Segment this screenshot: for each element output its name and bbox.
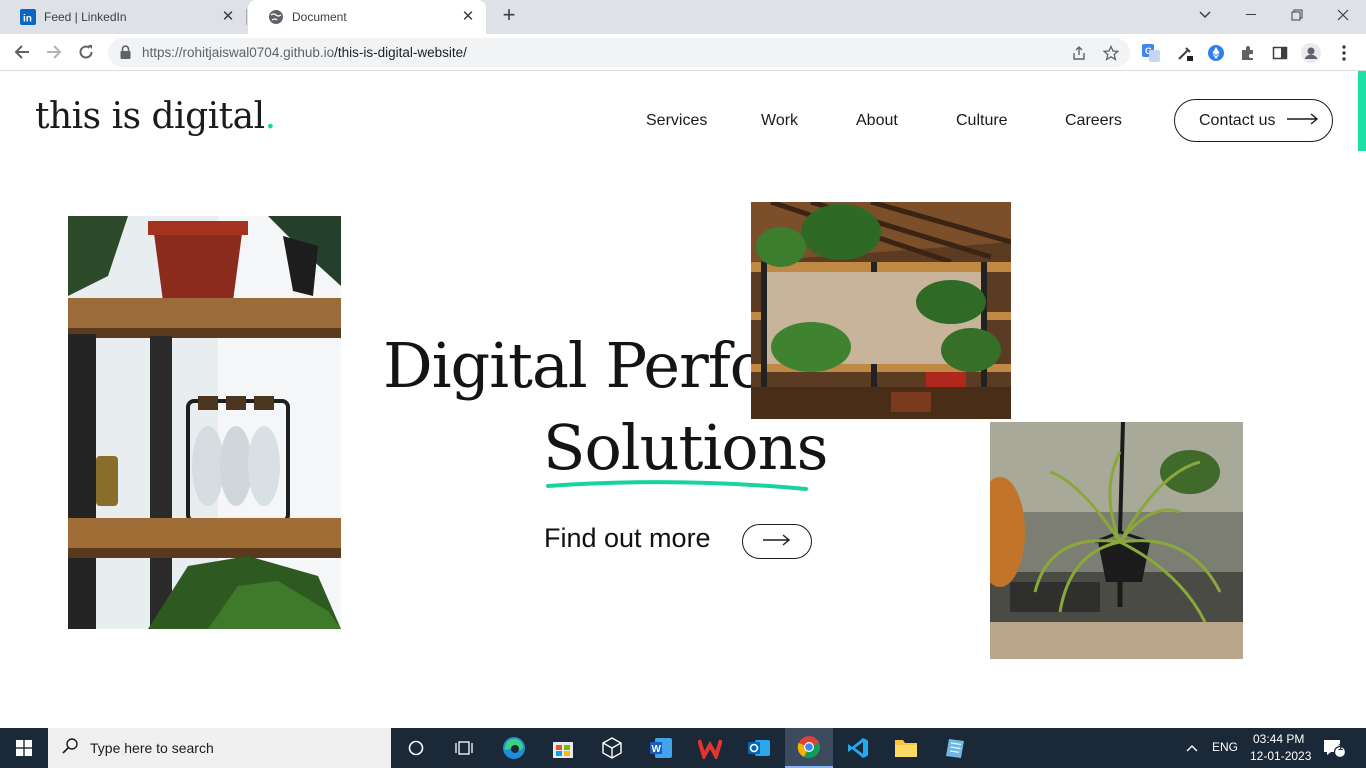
clock-time[interactable]: 03:44 PM	[1253, 732, 1304, 746]
taskbar-search-box[interactable]: Type here to search	[48, 728, 391, 768]
new-tab-button[interactable]: +	[498, 4, 520, 27]
translate-extension-icon[interactable]: G	[1141, 43, 1161, 63]
globe-icon	[268, 9, 284, 25]
nav-services[interactable]: Services	[646, 112, 707, 130]
eyedropper-extension-icon[interactable]	[1175, 43, 1195, 63]
tab-title: Document	[292, 10, 347, 24]
close-icon[interactable]: ✕	[220, 9, 236, 25]
extensions-puzzle-icon[interactable]	[1238, 43, 1258, 63]
tab-title: Feed | LinkedIn	[44, 10, 127, 24]
hero-image-shelf-vases	[68, 216, 341, 629]
nav-careers[interactable]: Careers	[1065, 112, 1122, 130]
logo-dot: .	[264, 96, 276, 137]
browser-toolbar: https://rohitjaiswal0704.github.io/this-…	[0, 34, 1366, 71]
web-page: this is digital. Services Work About Cul…	[0, 71, 1366, 728]
profile-avatar-icon[interactable]	[1301, 43, 1321, 63]
ethereum-extension-icon[interactable]	[1206, 43, 1226, 63]
nav-culture[interactable]: Culture	[956, 112, 1008, 130]
task-view-icon[interactable]	[440, 728, 488, 768]
nav-about[interactable]: About	[856, 112, 898, 130]
tray-chevron-up-icon[interactable]	[1170, 728, 1214, 768]
arrow-right-icon	[1287, 112, 1319, 130]
svg-text:W: W	[652, 744, 662, 755]
store-icon[interactable]	[539, 728, 587, 768]
address-bar[interactable]: https://rohitjaiswal0704.github.io/this-…	[108, 38, 1130, 67]
close-icon[interactable]: ✕	[460, 9, 476, 25]
forward-button[interactable]	[41, 39, 67, 65]
tab-separator	[246, 9, 247, 25]
cortana-icon[interactable]	[392, 728, 440, 768]
windows-start-button[interactable]	[0, 728, 48, 768]
tab-linkedin[interactable]: in Feed | LinkedIn ✕	[0, 0, 246, 34]
outlook-icon[interactable]	[735, 728, 783, 768]
arrow-right-icon	[763, 533, 791, 551]
share-icon[interactable]	[1070, 44, 1088, 62]
back-button[interactable]	[9, 39, 35, 65]
side-panel-icon[interactable]	[1270, 43, 1290, 63]
nav-work[interactable]: Work	[761, 112, 798, 130]
url-text: https://rohitjaiswal0704.github.io/this-…	[142, 45, 467, 60]
minimize-button[interactable]	[1228, 0, 1274, 30]
find-out-more-link[interactable]: Find out more	[544, 523, 711, 554]
notepad-icon[interactable]	[931, 728, 979, 768]
browser-tab-strip: in Feed | LinkedIn ✕ Document ✕ +	[0, 0, 1366, 34]
file-explorer-icon[interactable]	[882, 728, 930, 768]
site-logo[interactable]: this is digital.	[35, 96, 276, 137]
contact-us-button[interactable]: Contact us	[1174, 99, 1333, 142]
find-out-more-button[interactable]	[742, 524, 812, 559]
url-host: https://rohitjaiswal0704.github.io	[142, 45, 335, 60]
svg-text:in: in	[23, 14, 32, 25]
3d-icon[interactable]	[588, 728, 636, 768]
lock-icon[interactable]	[120, 45, 131, 64]
chrome-icon[interactable]	[785, 728, 833, 768]
search-placeholder: Type here to search	[90, 740, 214, 756]
contact-us-label: Contact us	[1199, 111, 1276, 129]
scrollbar-thumb[interactable]	[1358, 71, 1366, 151]
logo-text: this is digital	[35, 96, 265, 137]
hero-image-hanging-plant	[990, 422, 1243, 659]
word-icon[interactable]: W	[637, 728, 685, 768]
edge-icon[interactable]	[490, 728, 538, 768]
wps-icon[interactable]	[686, 728, 734, 768]
clock-date[interactable]: 12-01-2023	[1250, 749, 1311, 763]
hero-image-plant-shelves	[751, 202, 1011, 419]
linkedin-icon: in	[20, 9, 36, 25]
notification-center-icon[interactable]: 1	[1314, 728, 1354, 768]
reload-button[interactable]	[73, 39, 99, 65]
tab-search-icon[interactable]	[1182, 0, 1228, 30]
tab-document[interactable]: Document ✕	[248, 0, 486, 34]
bookmark-star-icon[interactable]	[1102, 44, 1120, 62]
notification-count: 1	[1338, 742, 1344, 752]
close-window-button[interactable]	[1320, 0, 1366, 30]
language-indicator[interactable]: ENG	[1212, 740, 1238, 754]
headline-underline	[546, 480, 808, 491]
hero-headline-line2: Solutions	[543, 411, 828, 484]
menu-kebab-icon[interactable]	[1334, 43, 1354, 63]
search-icon	[62, 737, 78, 759]
url-path: /this-is-digital-website/	[334, 45, 467, 60]
restore-button[interactable]	[1274, 0, 1320, 30]
vscode-icon[interactable]	[834, 728, 882, 768]
windows-taskbar: Type here to search W ENG 03:44 PM 12-01…	[0, 728, 1366, 768]
